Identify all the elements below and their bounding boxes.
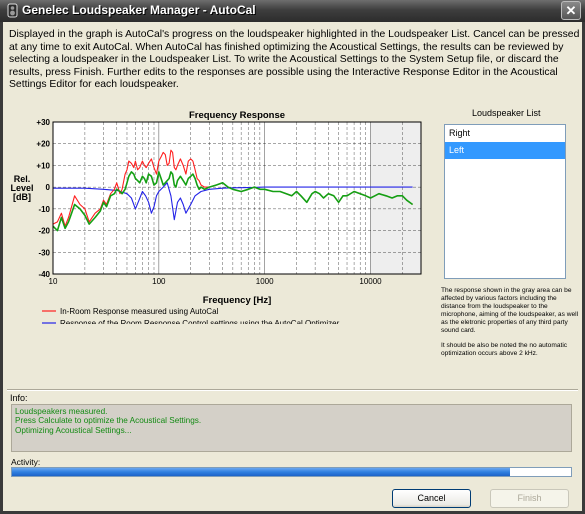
- y-tick-label: -20: [38, 227, 50, 236]
- intro-text: Displayed in the graph is AutoCal's prog…: [9, 29, 580, 91]
- activity-progress-bar: [11, 467, 572, 477]
- y-tick-label: -30: [38, 248, 50, 257]
- speaker-icon: [7, 3, 18, 18]
- frequency-response-chart: +30+20+100-10-20-30-40 10 100 1000 10000 Fr…: [10, 110, 422, 324]
- info-log: Loudspeakers measured. Press Calculate t…: [11, 404, 572, 452]
- note-paragraph-2: It should be also be noted the no automa…: [441, 342, 568, 357]
- y-tick-label: +30: [36, 118, 50, 127]
- progress-fill: [12, 468, 510, 476]
- window-title: Genelec Loudspeaker Manager - AutoCal: [22, 3, 256, 17]
- finish-button[interactable]: Finish: [490, 489, 569, 508]
- info-line: Optimizing Acoustical Settings...: [15, 425, 132, 435]
- chart-title: Frequency Response: [189, 110, 285, 121]
- info-line: Press Calculate to optimize the Acoustic…: [15, 416, 202, 426]
- legend: In-Room Response measured using AutoCal R…: [42, 307, 340, 324]
- y-tick-label: 0: [46, 183, 51, 192]
- gray-area-note: The response shown in the gray area can …: [441, 287, 581, 365]
- x-tick-label: 10: [49, 277, 58, 286]
- loudspeaker-item-right[interactable]: Right: [445, 125, 565, 142]
- y-tick-label: +10: [36, 161, 50, 170]
- note-paragraph-1: The response shown in the gray area can …: [441, 287, 579, 334]
- loudspeaker-list[interactable]: Right Left: [444, 124, 566, 279]
- info-label: Info:: [10, 393, 28, 403]
- x-axis-label: Frequency [Hz]: [203, 295, 272, 306]
- info-line: Loudspeakers measured.: [15, 407, 108, 416]
- cancel-button[interactable]: Cancel: [392, 489, 471, 508]
- x-tick-labels: 10 100 1000 10000: [49, 277, 383, 286]
- y-axis-label-line3: [dB]: [13, 192, 31, 202]
- title-bar: Genelec Loudspeaker Manager - AutoCal ✕: [0, 0, 585, 22]
- x-tick-label: 1000: [256, 277, 274, 286]
- y-tick-label: +20: [36, 140, 50, 149]
- loudspeaker-list-title: Loudspeaker List: [472, 108, 541, 118]
- x-tick-label: 100: [152, 277, 166, 286]
- legend-label: In-Room Response measured using AutoCal: [60, 307, 219, 316]
- legend-label: Response of the Room Response Control se…: [60, 319, 340, 324]
- close-button[interactable]: ✕: [561, 1, 581, 20]
- gray-area: [370, 122, 421, 274]
- loudspeaker-item-left[interactable]: Left: [445, 142, 565, 159]
- y-tick-labels: +30+20+100-10-20-30-40: [36, 118, 50, 279]
- divider: [7, 389, 578, 391]
- x-tick-label: 10000: [359, 277, 382, 286]
- activity-label: Activity:: [11, 457, 41, 467]
- y-tick-label: -10: [38, 205, 50, 214]
